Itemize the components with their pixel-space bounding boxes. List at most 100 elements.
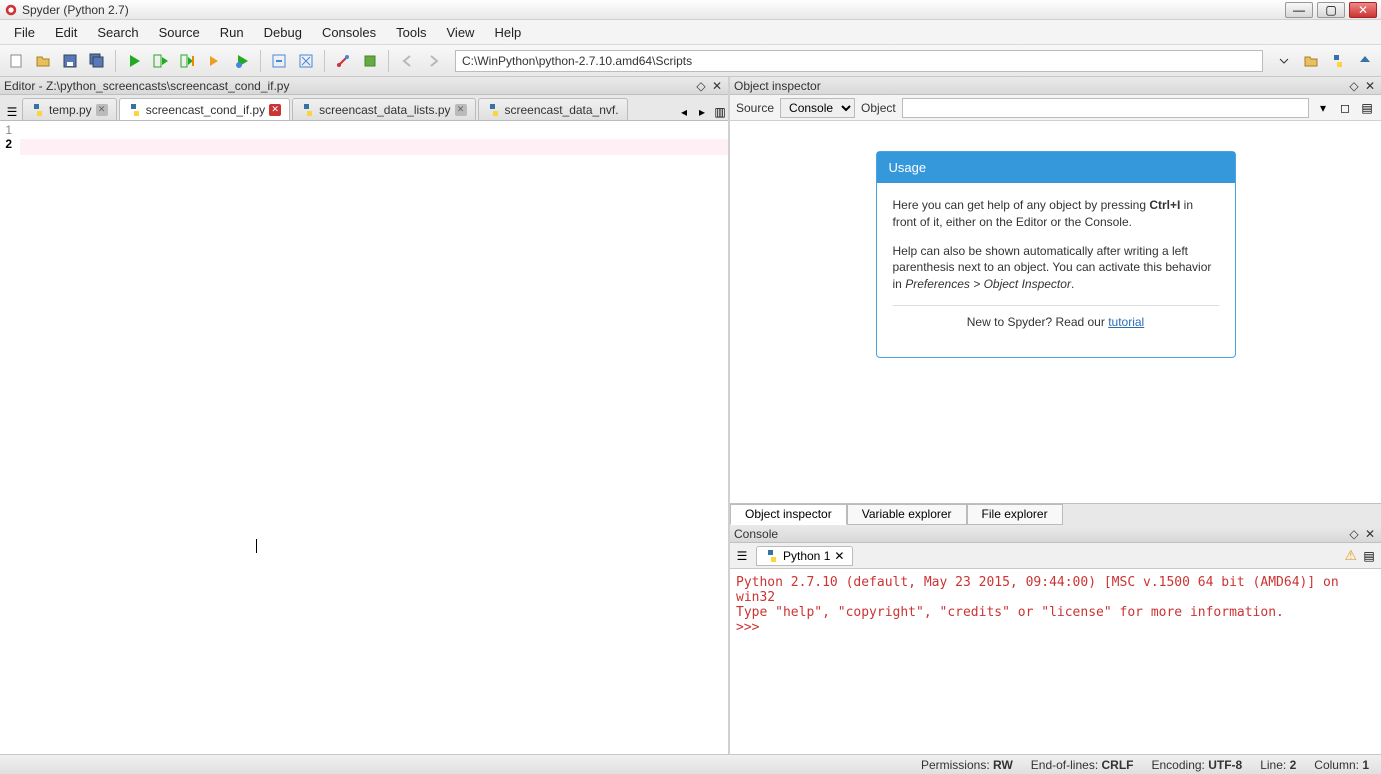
editor-tab-cond-if[interactable]: screencast_cond_if.py ✕ [119, 98, 290, 120]
menu-view[interactable]: View [437, 22, 485, 43]
pane-close-button[interactable]: ✕ [1363, 527, 1377, 541]
inspector-bottom-tabs: Object inspector Variable explorer File … [730, 503, 1381, 525]
menu-consoles[interactable]: Consoles [312, 22, 386, 43]
menubar: File Edit Search Source Run Debug Consol… [0, 20, 1381, 45]
tab-close-icon[interactable]: ✕ [269, 104, 281, 116]
usage-box: Usage Here you can get help of any objec… [876, 151, 1236, 358]
window-title: Spyder (Python 2.7) [22, 3, 1285, 17]
options-button[interactable]: ▤ [1359, 100, 1375, 116]
editor-pane-title: Editor - Z:\python_screencasts\screencas… [0, 77, 728, 95]
menu-edit[interactable]: Edit [45, 22, 87, 43]
usage-tutorial-line: New to Spyder? Read our tutorial [893, 314, 1219, 331]
tabs-split-button[interactable]: ▥ [712, 104, 728, 120]
step-button[interactable] [267, 49, 291, 73]
status-column: Column: 1 [1314, 758, 1369, 772]
toolbar-separator [388, 50, 389, 72]
object-input[interactable] [902, 98, 1309, 118]
menu-source[interactable]: Source [149, 22, 210, 43]
tab-close-icon[interactable]: ✕ [96, 104, 108, 116]
console-tab-python1[interactable]: Python 1 ✕ [756, 546, 853, 566]
run-button[interactable] [122, 49, 146, 73]
editor-tabs: ☰ temp.py ✕ screencast_cond_if.py ✕ scre… [0, 95, 728, 121]
toolbar-separator [324, 50, 325, 72]
tutorial-link[interactable]: tutorial [1108, 315, 1144, 329]
tab-variable-explorer[interactable]: Variable explorer [847, 504, 967, 525]
path-dropdown-button[interactable] [1272, 49, 1296, 73]
pane-close-button[interactable]: ✕ [710, 79, 724, 93]
debug-button[interactable] [230, 49, 254, 73]
menu-debug[interactable]: Debug [254, 22, 312, 43]
inspector-toolbar: Source Console Object ▾ ◻ ▤ [730, 95, 1381, 121]
status-line: Line: 2 [1260, 758, 1296, 772]
console-tabs: ☰ Python 1 ✕ ⚠ ▤ [730, 543, 1381, 569]
tab-close-icon[interactable]: ✕ [834, 549, 844, 563]
menu-search[interactable]: Search [87, 22, 148, 43]
inspector-pane-title: Object inspector ◇ ✕ [730, 77, 1381, 95]
parent-dir-button[interactable] [1353, 49, 1377, 73]
menu-run[interactable]: Run [210, 22, 254, 43]
run-selection-button[interactable] [203, 49, 227, 73]
back-button[interactable] [395, 49, 419, 73]
run-cell-button[interactable] [149, 49, 173, 73]
editor-tab-temp[interactable]: temp.py ✕ [22, 98, 117, 120]
save-all-button[interactable] [85, 49, 109, 73]
tabs-scroll-right-button[interactable]: ▸ [694, 104, 710, 120]
python-file-icon [128, 103, 142, 117]
code-area[interactable] [16, 121, 728, 754]
console-list-button[interactable]: ☰ [734, 548, 750, 564]
editor-tab-data-lists[interactable]: screencast_data_lists.py ✕ [292, 98, 475, 120]
usage-paragraph-2: Help can also be shown automatically aft… [893, 243, 1219, 293]
maximize-pane-button[interactable] [294, 49, 318, 73]
code-editor[interactable]: 1 2 [0, 121, 728, 754]
console-pane: Console ◇ ✕ ☰ Python 1 ✕ ⚠ ▤ Python 2.7.… [730, 525, 1381, 754]
close-button[interactable]: ✕ [1349, 2, 1377, 18]
toolbar-separator [115, 50, 116, 72]
tab-label: screencast_cond_if.py [146, 103, 265, 117]
python-file-icon [301, 103, 315, 117]
status-eol: End-of-lines: CRLF [1031, 758, 1134, 772]
menu-tools[interactable]: Tools [386, 22, 436, 43]
new-file-button[interactable] [4, 49, 28, 73]
tab-object-inspector[interactable]: Object inspector [730, 504, 847, 525]
source-label: Source [736, 101, 774, 115]
editor-tab-data-nvf[interactable]: screencast_data_nvf. [478, 98, 628, 120]
statusbar: Permissions: RW End-of-lines: CRLF Encod… [0, 754, 1381, 774]
maximize-button[interactable]: ▢ [1317, 2, 1345, 18]
source-select[interactable]: Console [780, 98, 855, 118]
forward-button[interactable] [422, 49, 446, 73]
tab-label: temp.py [49, 103, 92, 117]
python-file-icon [487, 103, 501, 117]
editor-pane: Editor - Z:\python_screencasts\screencas… [0, 77, 730, 754]
object-dropdown-button[interactable]: ▾ [1315, 100, 1331, 116]
tab-list-button[interactable]: ☰ [4, 104, 20, 120]
line-gutter: 1 2 [0, 121, 16, 754]
python-icon[interactable] [1326, 49, 1350, 73]
pane-close-button[interactable]: ✕ [1363, 79, 1377, 93]
working-directory-input[interactable] [455, 50, 1263, 72]
run-cell-advance-button[interactable] [176, 49, 200, 73]
tabs-scroll-left-button[interactable]: ◂ [676, 104, 692, 120]
toolbar [0, 45, 1381, 77]
usage-header: Usage [877, 152, 1235, 183]
save-button[interactable] [58, 49, 82, 73]
menu-help[interactable]: Help [484, 22, 531, 43]
pane-undock-button[interactable]: ◇ [694, 79, 708, 93]
pane-undock-button[interactable]: ◇ [1347, 527, 1361, 541]
pane-undock-button[interactable]: ◇ [1347, 79, 1361, 93]
line-number: 2 [0, 137, 12, 151]
pythonpath-button[interactable] [358, 49, 382, 73]
preferences-button[interactable] [331, 49, 355, 73]
lock-button[interactable]: ◻ [1337, 100, 1353, 116]
console-output[interactable]: Python 2.7.10 (default, May 23 2015, 09:… [730, 569, 1381, 754]
menu-file[interactable]: File [4, 22, 45, 43]
browse-dir-button[interactable] [1299, 49, 1323, 73]
console-options-button[interactable]: ▤ [1361, 548, 1377, 564]
minimize-button[interactable]: — [1285, 2, 1313, 18]
console-pane-title-text: Console [734, 527, 778, 541]
spyder-icon [4, 3, 18, 17]
tab-close-icon[interactable]: ✕ [455, 104, 467, 116]
window-titlebar: Spyder (Python 2.7) — ▢ ✕ [0, 0, 1381, 20]
open-file-button[interactable] [31, 49, 55, 73]
line-number: 1 [0, 123, 12, 137]
tab-file-explorer[interactable]: File explorer [967, 504, 1063, 525]
